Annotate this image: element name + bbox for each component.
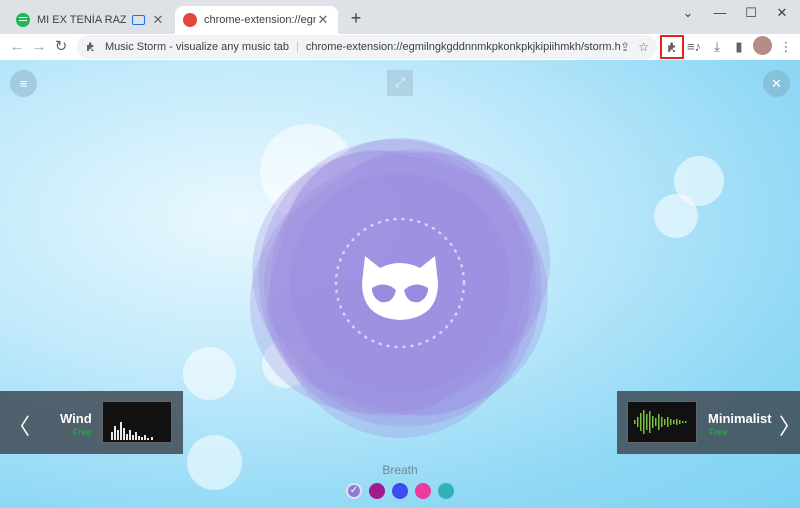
color-swatch[interactable] (438, 483, 454, 499)
tab-music-storm[interactable]: chrome-extension://egmilngkgddnnmkpkonkp… (175, 6, 338, 34)
close-tab-icon[interactable]: ✕ (316, 12, 330, 28)
url-text[interactable]: chrome-extension://egmilngkgddnnmkpkonkp… (306, 41, 620, 53)
puzzle-icon (85, 41, 97, 53)
preset-thumbnail (102, 401, 172, 443)
music-storm-icon (183, 13, 197, 27)
close-tab-icon[interactable]: ✕ (151, 12, 165, 28)
chevron-left-icon[interactable]: 〈 (8, 409, 30, 441)
new-tab-button[interactable]: + (346, 8, 366, 29)
separator: | (296, 41, 299, 53)
minimize-button[interactable]: — (705, 2, 735, 24)
chevron-right-icon[interactable]: 〉 (779, 409, 800, 441)
bokeh-circle (183, 347, 236, 400)
menu-button[interactable]: ≡ (10, 70, 37, 97)
forward-button[interactable]: → (28, 36, 50, 58)
preset-name: Wind (60, 411, 92, 426)
bokeh-circle (654, 194, 698, 238)
next-preset-panel[interactable]: Minimalist Free 〉 (617, 391, 800, 454)
preset-thumbnail (627, 401, 697, 443)
tab-title: chrome-extension://egmilngkgddnnmkpkonkp… (204, 14, 316, 26)
download-icon[interactable]: ⤓ (707, 37, 727, 57)
menu-icon[interactable]: ⋮ (776, 37, 796, 57)
tab-title: MI EX TENÍA RAZÓN • KAROL G (37, 14, 126, 26)
bookmark-star-icon[interactable]: ☆ (638, 40, 649, 54)
back-button[interactable]: ← (6, 36, 28, 58)
visualizer-canvas: ≡ ⤢ ✕ 〈 Wind Free Minimalist Free 〉 Brea… (0, 60, 800, 508)
prev-preset-panel[interactable]: 〈 Wind Free (0, 391, 183, 454)
fullscreen-button[interactable]: ⤢ (387, 70, 413, 96)
tab-search-icon[interactable]: ⌄ (673, 2, 703, 24)
reload-button[interactable]: ↻ (50, 36, 72, 58)
preset-price: Free (709, 427, 728, 437)
preset-name: Minimalist (708, 411, 772, 426)
tab-spotify[interactable]: MI EX TENÍA RAZÓN • KAROL G ✕ (8, 6, 173, 34)
color-swatch-selected[interactable]: ✓ (346, 483, 362, 499)
color-swatch[interactable] (415, 483, 431, 499)
current-preset-label: Breath (382, 463, 418, 477)
site-name: Music Storm - visualize any music tab (105, 41, 289, 53)
check-icon: ✓ (349, 485, 359, 496)
spotify-icon (16, 13, 30, 27)
color-swatch[interactable] (392, 483, 408, 499)
avatar[interactable] (753, 36, 772, 55)
tab-strip: MI EX TENÍA RAZÓN • KAROL G ✕ chrome-ext… (0, 0, 800, 34)
extensions-button[interactable] (660, 35, 684, 59)
bokeh-circle (187, 435, 242, 490)
maximize-button[interactable]: ☐ (736, 2, 766, 24)
close-button[interactable]: ✕ (763, 70, 790, 97)
address-bar[interactable]: Music Storm - visualize any music tab | … (77, 35, 657, 59)
close-window-button[interactable]: ✕ (767, 2, 797, 24)
browser-toolbar: ← → ↻ Music Storm - visualize any music … (0, 34, 800, 60)
puzzle-icon (667, 42, 675, 52)
preset-price: Free (73, 427, 92, 437)
side-panel-icon[interactable]: ▮ (729, 37, 749, 57)
media-queue-icon[interactable]: ≡♪ (684, 37, 704, 57)
media-playing-icon[interactable] (132, 15, 145, 25)
audio-blob (249, 138, 551, 438)
music-storm-logo-icon (362, 256, 438, 320)
share-icon[interactable]: ⇪ (620, 40, 630, 54)
color-swatch[interactable] (369, 483, 385, 499)
